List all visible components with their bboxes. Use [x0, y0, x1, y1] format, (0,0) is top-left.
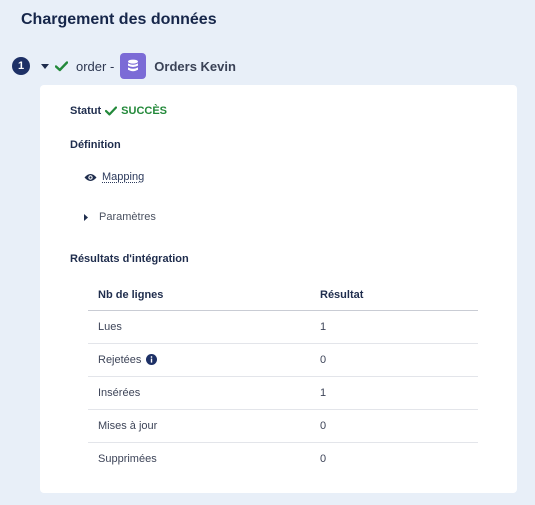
source-name: Orders Kevin [154, 58, 236, 74]
row-value: 0 [320, 453, 327, 465]
row-label: Insérées [88, 376, 310, 410]
row-label-cell: Rejetées [88, 343, 310, 377]
row-value: 0 [310, 409, 478, 443]
step-details-panel: Statut SUCCÈS Définition Mapping Paramèt… [40, 85, 517, 493]
status-row: Statut SUCCÈS [70, 105, 167, 117]
column-header-result: Résultat [310, 279, 478, 311]
column-header-lines: Nb de lignes [88, 279, 310, 311]
step-header: 1 order - Orders Kevin [12, 53, 236, 79]
results-title: Résultats d'intégration [70, 253, 189, 265]
step-name: order - [76, 58, 115, 74]
row-label: Supprimées [98, 453, 157, 465]
mapping-label[interactable]: Mapping [102, 171, 144, 183]
table-row: Mises à jour 0 [88, 409, 478, 443]
results-table: Nb de lignes Résultat Lues 1 Rejetées 0 … [88, 279, 478, 475]
row-value: 0 [310, 343, 478, 377]
table-header-row: Nb de lignes Résultat [88, 279, 478, 311]
status-check-icon [105, 106, 118, 116]
step-number-badge: 1 [12, 57, 30, 75]
status-value: SUCCÈS [121, 105, 168, 117]
table-row: Lues 1 [88, 310, 478, 344]
collapse-chevron-icon[interactable] [40, 61, 50, 71]
status-label: Statut [70, 105, 102, 117]
table-row: Insérées 1 [88, 376, 478, 410]
row-value: 1 [310, 310, 478, 344]
database-icon [120, 53, 147, 79]
info-icon[interactable] [146, 353, 158, 365]
table-row: Supprimées 0 [88, 443, 478, 476]
row-label: Lues [88, 310, 310, 344]
params-expander[interactable]: Paramètres [84, 211, 156, 223]
row-label: Mises à jour [88, 409, 310, 443]
success-check-icon [55, 60, 68, 72]
row-value: 1 [310, 376, 478, 410]
mapping-link[interactable]: Mapping [84, 171, 144, 183]
table-row: Rejetées 0 [88, 343, 478, 377]
row-label: Rejetées [98, 354, 142, 366]
page-title: Chargement des données [21, 11, 217, 28]
eye-icon [84, 173, 97, 182]
caret-right-icon [84, 213, 88, 221]
params-label[interactable]: Paramètres [99, 211, 156, 223]
definition-title: Définition [70, 139, 121, 151]
